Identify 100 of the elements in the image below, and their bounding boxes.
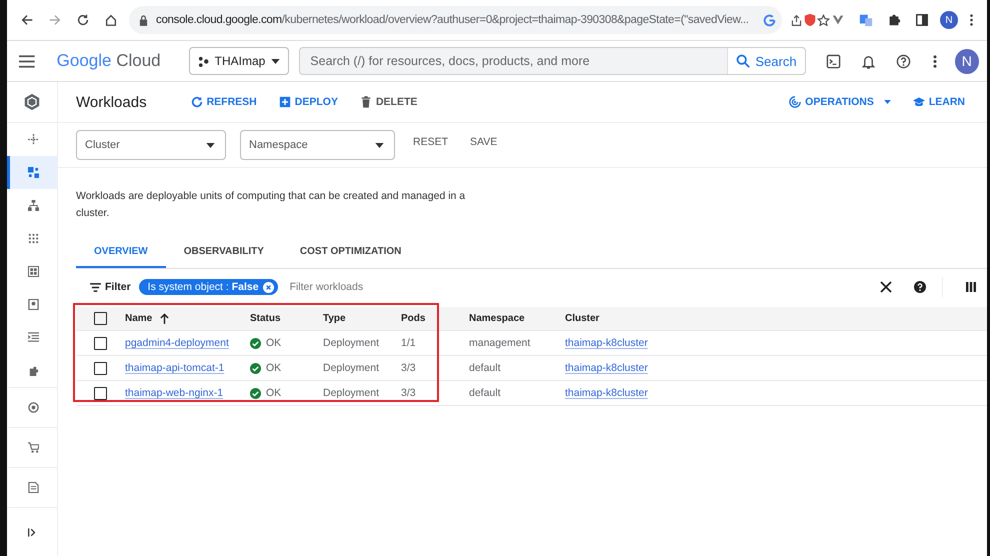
- puzzle-icon[interactable]: [887, 13, 901, 27]
- profile-avatar[interactable]: N: [940, 11, 958, 29]
- checkbox[interactable]: [94, 362, 107, 374]
- search-field[interactable]: Search (/) for resources, docs, products, and more Search: [299, 47, 806, 75]
- radar-icon: [789, 96, 802, 108]
- columns-icon[interactable]: [965, 281, 977, 293]
- cube-icon[interactable]: [23, 93, 41, 111]
- grid-icon: [28, 167, 39, 178]
- reload-icon[interactable]: [76, 13, 90, 27]
- bell-icon[interactable]: [860, 54, 876, 68]
- refresh-icon: [190, 96, 203, 108]
- lock-icon: [139, 14, 148, 26]
- checkbox[interactable]: [94, 386, 107, 400]
- search-icon: [736, 54, 750, 68]
- shield-icon[interactable]: [803, 13, 817, 27]
- translate-icon[interactable]: [859, 13, 873, 27]
- column-header[interactable]: Pods: [401, 313, 426, 324]
- status-text: OK: [266, 387, 282, 399]
- namespace-dropdown[interactable]: Namespace: [240, 130, 395, 160]
- nodes-icon: [198, 56, 209, 66]
- status-text: OK: [266, 362, 282, 374]
- terminal-icon[interactable]: [826, 54, 841, 68]
- cluster-link[interactable]: thaimap-k8cluster: [565, 362, 648, 374]
- deploy-button[interactable]: DEPLOY: [278, 96, 338, 108]
- user-avatar[interactable]: N: [954, 48, 980, 74]
- menu-icon[interactable]: [19, 54, 35, 68]
- check-circle-icon: [250, 338, 261, 348]
- project-selector[interactable]: THAImap: [188, 47, 290, 75]
- filter-icon: [90, 282, 101, 292]
- type-text: Deployment: [323, 387, 380, 399]
- list-icon: [28, 332, 39, 343]
- pods-text: 3/3: [401, 362, 416, 374]
- text-button[interactable]: SAVE: [466, 136, 502, 148]
- description-text: Workloads are deployable units of computing that can be created and managed in a cluster.: [76, 189, 466, 221]
- home-icon[interactable]: [104, 13, 118, 27]
- cluster-link[interactable]: thaimap-k8cluster: [565, 387, 648, 399]
- cart-icon: [28, 442, 39, 453]
- tab[interactable]: COST OPTIMIZATION: [282, 238, 420, 268]
- more-icon[interactable]: [969, 13, 974, 27]
- type-text: Deployment: [323, 362, 380, 374]
- plus-icon: [278, 96, 291, 108]
- logo-text[interactable]: Google Cloud: [56, 51, 161, 71]
- graduation-cap-icon: [912, 96, 925, 108]
- puzzle-icon: [28, 365, 39, 376]
- column-header[interactable]: Status: [250, 313, 281, 324]
- delete-button[interactable]: DELETE: [360, 96, 418, 108]
- column-header[interactable]: Name: [125, 313, 152, 324]
- pods-text: 1/1: [401, 337, 416, 349]
- checkbox[interactable]: [94, 336, 107, 350]
- operations-button[interactable]: OPERATIONS: [789, 96, 891, 108]
- column-header[interactable]: Namespace: [469, 313, 525, 324]
- window-icon: [28, 266, 39, 277]
- cluster-link[interactable]: thaimap-k8cluster: [565, 337, 648, 349]
- type-text: Deployment: [323, 337, 380, 349]
- google-icon[interactable]: [762, 14, 776, 26]
- document-icon: [28, 482, 39, 493]
- chevron-icon[interactable]: [831, 13, 845, 27]
- close-icon[interactable]: [880, 281, 892, 293]
- dots-icon: [28, 233, 39, 244]
- sidebar-icon[interactable]: [915, 13, 929, 27]
- column-header[interactable]: Type: [323, 313, 346, 324]
- target-icon: [28, 402, 39, 413]
- search-button[interactable]: Search: [727, 48, 805, 74]
- sort-arrow-icon[interactable]: [160, 313, 170, 324]
- help-icon[interactable]: [914, 281, 926, 293]
- url-text: console.cloud.google.com/kubernetes/workload/overview?authuser=0&project=thaimap-390308&pageState=("savedView...: [156, 14, 749, 26]
- check-circle-icon: [250, 388, 261, 398]
- dropdown-icon: [884, 100, 891, 104]
- filter-chip[interactable]: Is system object : False: [138, 279, 278, 295]
- back-icon[interactable]: [20, 13, 34, 27]
- workload-link[interactable]: thaimap-web-nginx-1: [125, 387, 224, 399]
- page-title: Workloads: [76, 94, 147, 110]
- refresh-button[interactable]: REFRESH: [190, 96, 257, 108]
- check-circle-icon: [250, 362, 261, 374]
- cluster-dropdown[interactable]: Cluster: [76, 130, 226, 160]
- tab[interactable]: OBSERVABILITY: [166, 238, 282, 268]
- sidebar-item[interactable]: [7, 156, 57, 189]
- workload-link[interactable]: pgadmin4-deployment: [125, 337, 229, 349]
- expand-icon[interactable]: [27, 526, 37, 538]
- namespace-text: default: [469, 362, 501, 374]
- pods-text: 3/3: [401, 387, 416, 399]
- text-button[interactable]: RESET: [409, 136, 452, 148]
- column-header[interactable]: Cluster: [565, 313, 600, 324]
- trash-icon: [360, 96, 372, 108]
- share-icon[interactable]: [790, 14, 803, 26]
- workload-link[interactable]: thaimap-api-tomcat-1: [125, 362, 224, 374]
- hierarchy-icon: [28, 200, 39, 211]
- move-icon: [28, 134, 39, 145]
- star-icon[interactable]: [816, 14, 830, 26]
- learn-button[interactable]: LEARN: [912, 96, 965, 108]
- more-icon[interactable]: [932, 54, 937, 68]
- status-text: OK: [266, 337, 282, 349]
- namespace-text: management: [469, 337, 530, 349]
- dropdown-icon: [375, 142, 384, 148]
- filter-button[interactable]: Filter: [90, 281, 131, 293]
- dropdown-icon: [271, 58, 280, 64]
- checkbox[interactable]: [94, 312, 107, 325]
- help-icon[interactable]: [896, 54, 911, 68]
- tab[interactable]: OVERVIEW: [76, 238, 166, 268]
- box-icon: [28, 299, 39, 310]
